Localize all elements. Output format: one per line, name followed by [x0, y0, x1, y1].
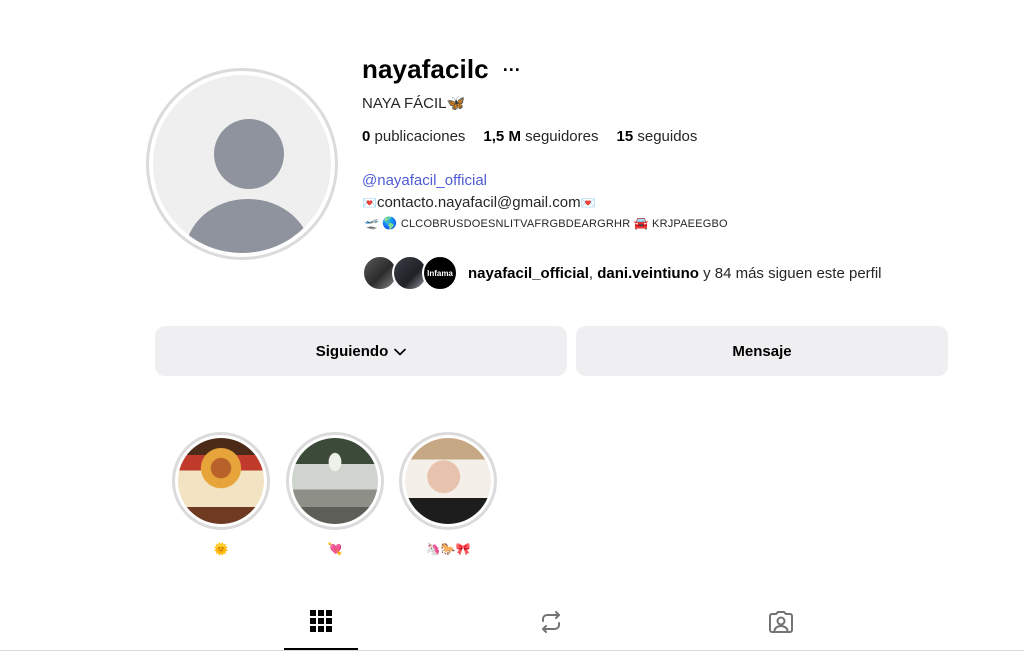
bio-email: contacto.nayafacil@gmail.com: [376, 194, 581, 211]
tab-reposts[interactable]: [514, 598, 588, 650]
followers-label: seguidores: [525, 128, 599, 145]
posts-count: 0: [362, 128, 371, 145]
love-letter-icon: 💌: [362, 196, 377, 210]
following-count: 15: [616, 128, 634, 145]
highlight-ring[interactable]: [399, 432, 497, 530]
followed-by-row[interactable]: Infama nayafacil_official, dani.veintiun…: [362, 255, 882, 291]
followers-stat[interactable]: 1,5 M seguidores: [483, 128, 598, 145]
tabs-divider: [0, 650, 1024, 651]
bio-countries-line: 🛫 🌎 CLCOBRUSDOESNLITVAFRGBDEARGRHR 🚘 KRJ…: [364, 216, 728, 230]
grid-icon: [310, 609, 332, 637]
avatar-body-shape: [185, 199, 311, 253]
following-label: seguidos: [637, 128, 698, 145]
love-letter-icon: 💌: [580, 196, 596, 210]
bio-email-line: 💌contacto.nayafacil@gmail.com💌: [362, 194, 596, 211]
highlight-thumbnail: [405, 438, 491, 524]
country-codes-2: KRJPAEEGBO: [652, 218, 728, 230]
follower-avatar-logo-text: Infama: [427, 268, 453, 278]
message-button[interactable]: Mensaje: [576, 326, 948, 376]
avatar-head-shape: [214, 119, 284, 189]
profile-avatar[interactable]: [146, 68, 338, 260]
followed-by-separator: ,: [588, 264, 598, 282]
message-button-label: Mensaje: [732, 342, 792, 360]
highlight-label: 🦄🐎🎀: [425, 542, 471, 556]
followed-by-user-2[interactable]: dani.veintiuno: [597, 265, 699, 282]
posts-label: publicaciones: [374, 128, 466, 145]
highlight-thumbnail: [292, 438, 378, 524]
tab-tagged[interactable]: [744, 598, 818, 650]
highlight-ring[interactable]: [286, 432, 384, 530]
profile-tabs: [0, 598, 1024, 650]
more-options-icon[interactable]: ···: [503, 61, 521, 79]
story-highlight[interactable]: 🦄🐎🎀: [399, 432, 497, 556]
profile-stats: 0 publicaciones 1,5 M seguidores 15 segu…: [362, 128, 715, 145]
follower-avatar: Infama: [422, 255, 458, 291]
tagged-user-icon: [768, 609, 794, 640]
highlight-ring[interactable]: [172, 432, 270, 530]
globe-icon: 🌎: [382, 216, 398, 230]
username-row: nayafacilc ···: [362, 54, 521, 85]
country-codes: CLCOBRUSDOESNLITVAFRGBDEARGRHR: [400, 218, 631, 230]
avatar-placeholder-icon: [153, 75, 331, 253]
highlight-label: 🌞: [213, 542, 229, 556]
posts-stat: 0 publicaciones: [362, 128, 465, 145]
bio-threads-link[interactable]: @nayafacil_official: [362, 172, 487, 189]
full-name: NAYA FÁCIL🦋: [362, 95, 466, 112]
highlight-thumbnail: [178, 438, 264, 524]
story-highlight[interactable]: 🌞: [172, 432, 270, 556]
followers-count: 1,5 M: [483, 128, 521, 145]
followed-by-rest: y 84 más siguen este perfil: [698, 264, 882, 282]
username: nayafacilc: [362, 54, 489, 84]
followed-by-user-1[interactable]: nayafacil_official: [468, 265, 589, 282]
following-button[interactable]: Siguiendo: [155, 326, 567, 376]
story-highlight[interactable]: 💘: [286, 432, 384, 556]
repost-icon: [539, 610, 563, 639]
following-stat[interactable]: 15 seguidos: [617, 128, 698, 145]
profile-page: nayafacilc ··· NAYA FÁCIL🦋 0 publicacion…: [0, 0, 1024, 665]
highlight-label: 💘: [327, 542, 343, 556]
tab-posts[interactable]: [284, 598, 358, 650]
following-button-label: Siguiendo: [315, 342, 389, 360]
chevron-down-icon: [394, 343, 407, 360]
followed-by-text: nayafacil_official, dani.veintiuno y 84 …: [468, 265, 882, 282]
airplane-departure-icon: 🛫: [364, 216, 380, 230]
car-icon: 🚘: [633, 216, 649, 230]
